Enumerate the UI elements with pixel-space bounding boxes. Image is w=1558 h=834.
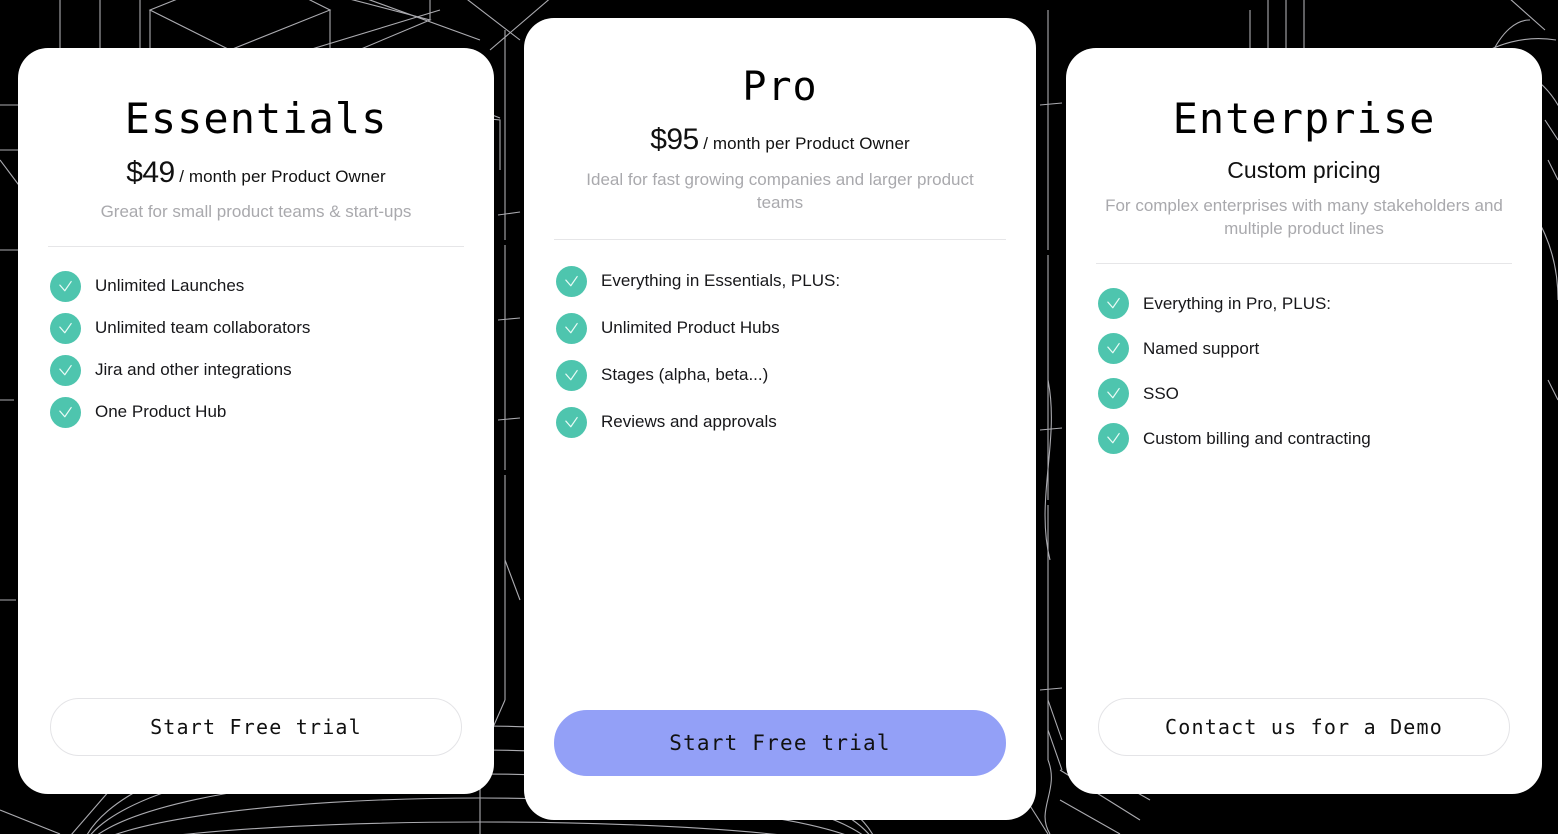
feature-label: SSO [1143, 383, 1179, 403]
card-header: Enterprise Custom pricing For complex en… [1066, 48, 1542, 241]
list-item: Reviews and approvals [556, 406, 1004, 438]
custom-pricing-label: Custom pricing [1227, 156, 1381, 183]
feature-list: Everything in Pro, PLUS: Named support S… [1066, 264, 1542, 698]
plan-tagline: Ideal for fast growing companies and lar… [586, 169, 974, 212]
check-circle-icon [556, 312, 587, 344]
list-item: Everything in Essentials, PLUS: [556, 265, 1004, 297]
plan-tagline: For complex enterprises with many stakeh… [1105, 196, 1503, 239]
feature-label: Stages (alpha, beta...) [601, 365, 769, 385]
price-suffix: / month per Product Owner [703, 134, 910, 154]
feature-label: Jira and other integrations [95, 360, 292, 380]
start-free-trial-button[interactable]: Start Free trial [50, 698, 462, 756]
feature-label: Unlimited team collaborators [95, 318, 311, 338]
feature-label: Unlimited Launches [95, 276, 245, 296]
list-item: Custom billing and contracting [1098, 423, 1510, 455]
cta-container: Contact us for a Demo [1066, 698, 1542, 794]
cta-container: Start Free trial [524, 710, 1036, 820]
check-circle-icon [50, 270, 81, 302]
pricing-card-enterprise: Enterprise Custom pricing For complex en… [1066, 48, 1542, 794]
price-amount: $95 [650, 123, 699, 157]
price-amount: $49 [126, 155, 175, 189]
check-circle-icon [1098, 378, 1129, 410]
contact-demo-button[interactable]: Contact us for a Demo [1098, 698, 1510, 756]
feature-label: Unlimited Product Hubs [601, 318, 780, 338]
pricing-card-pro: Pro $95 / month per Product Owner Ideal … [524, 18, 1036, 820]
check-circle-icon [556, 359, 587, 391]
check-circle-icon [556, 406, 587, 438]
check-circle-icon [556, 265, 587, 297]
check-circle-icon [50, 396, 81, 428]
plan-title: Pro [742, 64, 818, 110]
card-header: Pro $95 / month per Product Owner Ideal … [524, 18, 1036, 215]
plan-tagline: Great for small product teams & start-up… [100, 202, 412, 222]
list-item: One Product Hub [50, 396, 462, 428]
pricing-card-essentials: Essentials $49 / month per Product Owner… [18, 48, 494, 794]
list-item: Everything in Pro, PLUS: [1098, 288, 1510, 320]
feature-list: Unlimited Launches Unlimited team collab… [18, 247, 494, 698]
plan-title: Essentials [124, 94, 388, 143]
check-circle-icon [50, 312, 81, 344]
list-item: Named support [1098, 333, 1510, 365]
start-free-trial-button[interactable]: Start Free trial [554, 710, 1006, 776]
feature-label: Reviews and approvals [601, 412, 777, 432]
card-header: Essentials $49 / month per Product Owner… [18, 48, 494, 224]
list-item: Jira and other integrations [50, 354, 462, 386]
price-suffix: / month per Product Owner [179, 166, 386, 186]
check-circle-icon [1098, 333, 1129, 365]
feature-label: Custom billing and contracting [1143, 428, 1371, 448]
feature-label: One Product Hub [95, 402, 227, 422]
list-item: SSO [1098, 378, 1510, 410]
price-row: $95 / month per Product Owner [554, 121, 1006, 159]
feature-label: Everything in Pro, PLUS: [1143, 293, 1332, 313]
list-item: Unlimited team collaborators [50, 312, 462, 344]
list-item: Unlimited Product Hubs [556, 312, 1004, 344]
list-item: Unlimited Launches [50, 270, 462, 302]
list-item: Stages (alpha, beta...) [556, 359, 1004, 391]
price-row: $49 / month per Product Owner [48, 154, 464, 192]
check-circle-icon [50, 354, 81, 386]
feature-label: Everything in Essentials, PLUS: [601, 271, 841, 291]
feature-list: Everything in Essentials, PLUS: Unlimite… [524, 240, 1036, 710]
check-circle-icon [1098, 288, 1129, 320]
feature-label: Named support [1143, 338, 1260, 358]
pricing-page: Essentials $49 / month per Product Owner… [0, 0, 1558, 834]
plan-title: Enterprise [1172, 94, 1436, 143]
cta-container: Start Free trial [18, 698, 494, 794]
check-circle-icon [1098, 423, 1129, 455]
